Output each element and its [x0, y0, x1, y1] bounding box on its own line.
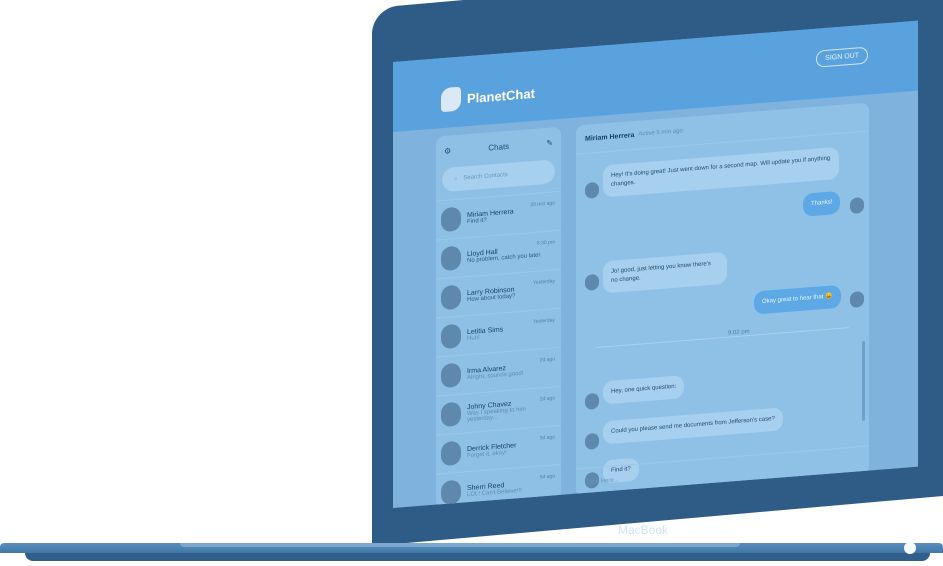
contact-time: 20 min ago [530, 200, 555, 209]
chat-list-panel: ⚙ Chats ✎ ⌕ Search Contacts Miriam Herre… [436, 126, 561, 508]
message-bubble-outgoing: Okay great to hear that 😄 [754, 284, 841, 315]
planet-logo-icon [441, 86, 461, 113]
time-separator: 9:02 pm [596, 327, 849, 349]
message-bubble-incoming: Jo! good, just letting you know there's … [603, 251, 727, 294]
search-icon: ⌕ [454, 175, 458, 182]
avatar [585, 392, 599, 410]
avatar [441, 362, 461, 389]
avatar [441, 206, 461, 233]
avatar [441, 440, 461, 467]
message-bubble-incoming: Hey, one quick question: [603, 375, 685, 405]
chats-title: Chats [488, 141, 510, 153]
avatar [441, 479, 461, 506]
contact-time: Yesterday [532, 278, 555, 286]
message-bubble-outgoing: Thanks! [803, 190, 841, 217]
message-input-placeholder: Type Here... [586, 477, 619, 486]
avatar [441, 245, 461, 272]
avatar [585, 273, 599, 291]
message-bubble-incoming: Could you please send me documents from … [603, 407, 783, 445]
laptop-screen: PlanetChat SIGN OUT ⚙ Chats ✎ ⌕ Search C… [393, 20, 918, 508]
conversation-contact-status: Active 5 min ago [638, 128, 683, 138]
conversation-scrollbar[interactable] [862, 340, 865, 422]
message-bubble-incoming: Hey! It's doing great! Just went down fo… [603, 146, 839, 198]
conversation-contact-name: Miriam Herrera [585, 131, 635, 143]
contact-time: 2d ago [539, 356, 555, 364]
sign-out-button[interactable]: SIGN OUT [816, 46, 868, 68]
avatar [585, 432, 599, 450]
conversation-panel: Miriam Herrera Active 5 min ago Hey! It'… [576, 102, 869, 498]
power-button [904, 542, 916, 554]
laptop-base [0, 543, 943, 565]
device-brand-label: MacBook [618, 523, 669, 537]
app-name: PlanetChat [467, 85, 535, 106]
avatar [441, 401, 461, 428]
laptop-base-bottom [25, 553, 930, 561]
search-placeholder: Search Contacts [463, 171, 508, 182]
avatar [441, 323, 461, 350]
time-separator-label: 9:02 pm [724, 328, 754, 337]
avatar [850, 290, 864, 309]
avatar [850, 196, 864, 215]
avatar [441, 284, 461, 311]
compose-icon[interactable]: ✎ [546, 138, 553, 148]
contact-time: 6:30 pm [536, 239, 555, 247]
contact-time: 2d ago [539, 395, 555, 403]
contact-time: 5d ago [539, 473, 555, 481]
settings-gear-icon[interactable]: ⚙ [444, 146, 451, 156]
app-logo: PlanetChat [441, 81, 535, 113]
contact-time: 3d ago [539, 434, 555, 442]
avatar [585, 181, 599, 199]
contact-time: Yesterday [532, 317, 555, 325]
laptop-notch [180, 543, 740, 547]
